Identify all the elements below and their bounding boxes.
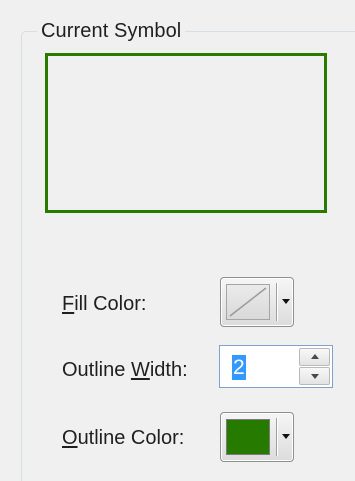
- fill-color-label-text: ill Color:: [74, 293, 147, 315]
- no-fill-icon: [226, 284, 270, 320]
- chevron-down-icon: [282, 434, 290, 439]
- outline-width-label-rest: idth:: [149, 359, 188, 381]
- arrow-down-icon: [311, 374, 319, 379]
- outline-color-button[interactable]: [220, 412, 294, 462]
- outline-color-label-text: utline Color:: [77, 427, 185, 449]
- outline-color-mnemonic: O: [62, 427, 78, 449]
- outline-width-mnemonic: W: [130, 359, 150, 381]
- group-title: Current Symbol: [37, 20, 186, 42]
- increment-button[interactable]: [299, 348, 330, 366]
- outline-color-label: Outline Color:: [62, 427, 184, 449]
- decrement-button[interactable]: [299, 367, 330, 385]
- outline-width-input[interactable]: 2: [232, 355, 246, 380]
- arrow-up-icon: [311, 354, 319, 359]
- symbol-preview: [45, 53, 327, 213]
- fill-color-label: Fill Color:: [62, 293, 146, 315]
- dropdown-separator: [276, 283, 277, 321]
- outline-width-label-before: Outline: [62, 359, 131, 381]
- outline-width-spinner[interactable]: 2: [219, 345, 333, 388]
- outline-width-label: Outline Width:: [62, 359, 188, 381]
- chevron-down-icon: [282, 299, 290, 304]
- fill-color-button[interactable]: [220, 277, 294, 327]
- fill-color-mnemonic: F: [62, 293, 75, 315]
- outline-color-swatch: [226, 419, 270, 455]
- dropdown-separator: [276, 418, 277, 456]
